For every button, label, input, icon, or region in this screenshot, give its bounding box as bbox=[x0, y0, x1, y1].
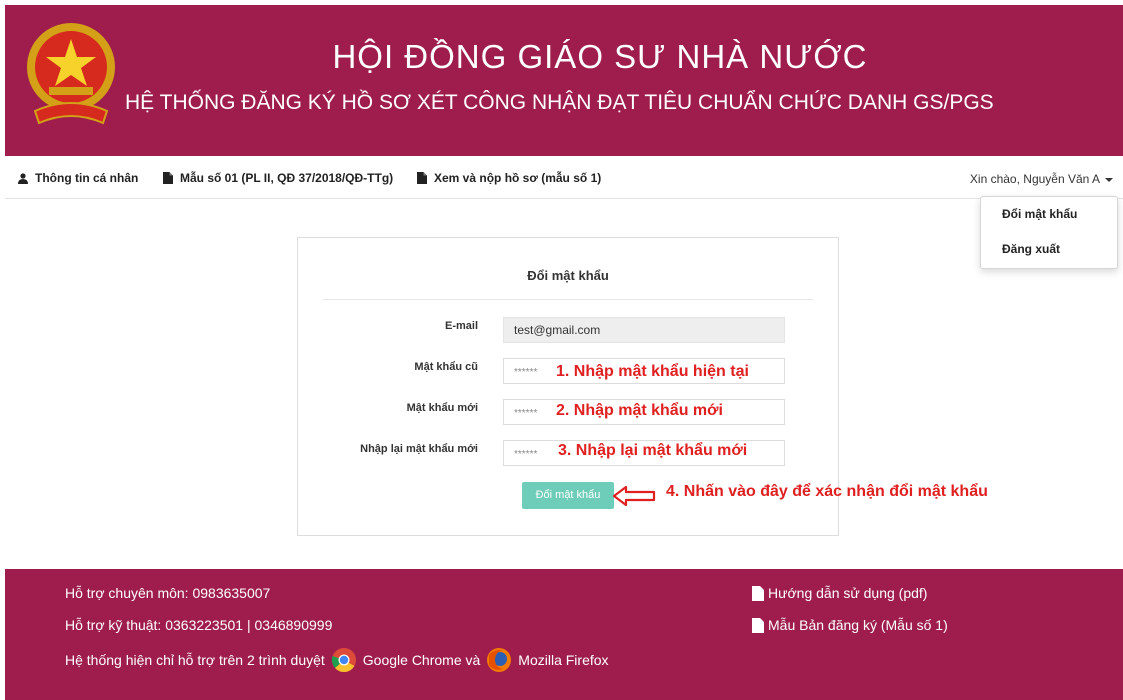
user-icon bbox=[18, 172, 28, 184]
form-link-label: Mẫu Bản đăng ký (Mẫu số 1) bbox=[768, 617, 948, 633]
header: HỘI ĐỒNG GIÁO SƯ NHÀ NƯỚC HỆ THỐNG ĐĂNG … bbox=[5, 5, 1123, 156]
top-nav: Thông tin cá nhân Mẫu số 01 (PL II, QĐ 3… bbox=[5, 156, 1123, 199]
form-link[interactable]: Mẫu Bản đăng ký (Mẫu số 1) bbox=[752, 617, 948, 633]
greeting-text: Xin chào, Nguyễn Văn A bbox=[969, 172, 1100, 186]
footer: Hỗ trợ chuyên môn: 0983635007 Hỗ trợ kỹ … bbox=[5, 569, 1123, 700]
menu-item-logout[interactable]: Đăng xuất bbox=[1002, 242, 1060, 256]
firefox-icon bbox=[487, 648, 512, 672]
panel-title: Đổi mật khẩu bbox=[527, 268, 609, 283]
file-icon bbox=[752, 617, 764, 633]
footer-support-expert: Hỗ trợ chuyên môn: 0983635007 bbox=[65, 585, 271, 601]
email-field: test@gmail.com bbox=[503, 317, 785, 343]
menu-item-change-password[interactable]: Đổi mật khẩu bbox=[1002, 207, 1077, 221]
user-menu-toggle[interactable]: Xin chào, Nguyễn Văn A bbox=[970, 172, 1113, 186]
page-title: HỘI ĐỒNG GIÁO SƯ NHÀ NƯỚC bbox=[332, 38, 868, 75]
firefox-label: Mozilla Firefox bbox=[518, 652, 609, 668]
old-password-label: Mật khẩu cũ bbox=[414, 361, 478, 373]
file-icon bbox=[417, 172, 427, 184]
guide-link-label: Hướng dẫn sử dụng (pdf) bbox=[768, 585, 928, 601]
page-subtitle: HỆ THỐNG ĐĂNG KÝ HỒ SƠ XÉT CÔNG NHẬN ĐẠT… bbox=[125, 91, 994, 114]
divider bbox=[323, 299, 813, 300]
nav-view-submit[interactable]: Xem và nộp hồ sơ (mẫu số 1) bbox=[417, 171, 601, 185]
masked-value: ****** bbox=[514, 367, 538, 378]
nav-form-01[interactable]: Mẫu số 01 (PL II, QĐ 37/2018/QĐ-TTg) bbox=[163, 171, 393, 185]
confirm-password-label: Nhập lại mật khẩu mới bbox=[360, 443, 478, 455]
arrow-left-icon bbox=[612, 485, 656, 507]
nav-view-submit-label: Xem và nộp hồ sơ (mẫu số 1) bbox=[434, 171, 602, 185]
file-icon bbox=[752, 585, 764, 601]
user-dropdown-menu: Đổi mật khẩu Đăng xuất bbox=[980, 196, 1118, 269]
new-password-label: Mật khẩu mới bbox=[406, 402, 478, 414]
change-password-button[interactable]: Đổi mật khẩu bbox=[522, 482, 614, 509]
footer-browsers: Hệ thống hiện chỉ hỗ trợ trên 2 trình du… bbox=[65, 647, 609, 673]
chrome-icon bbox=[331, 648, 356, 673]
file-icon bbox=[163, 172, 173, 184]
annotation-step2: 2. Nhập mật khẩu mới bbox=[556, 402, 723, 419]
nav-form-01-label: Mẫu số 01 (PL II, QĐ 37/2018/QĐ-TTg) bbox=[180, 171, 394, 185]
nav-personal-info-label: Thông tin cá nhân bbox=[35, 171, 139, 185]
annotation-step1: 1. Nhập mật khẩu hiện tại bbox=[556, 363, 749, 380]
footer-support-tech: Hỗ trợ kỹ thuật: 0363223501 | 0346890999 bbox=[65, 617, 333, 633]
masked-value: ****** bbox=[514, 449, 538, 460]
email-label: E-mail bbox=[444, 320, 478, 332]
caret-down-icon bbox=[1105, 177, 1113, 182]
annotation-step3: 3. Nhập lại mật khẩu mới bbox=[558, 442, 748, 459]
annotation-step4: 4. Nhấn vào đây để xác nhận đổi mật khẩu bbox=[666, 483, 988, 500]
chrome-label: Google Chrome và bbox=[362, 652, 481, 668]
guide-link[interactable]: Hướng dẫn sử dụng (pdf) bbox=[752, 585, 927, 601]
masked-value: ****** bbox=[514, 408, 538, 419]
browsers-prefix: Hệ thống hiện chỉ hỗ trợ trên 2 trình du… bbox=[65, 652, 325, 668]
nav-personal-info[interactable]: Thông tin cá nhân bbox=[18, 171, 138, 185]
